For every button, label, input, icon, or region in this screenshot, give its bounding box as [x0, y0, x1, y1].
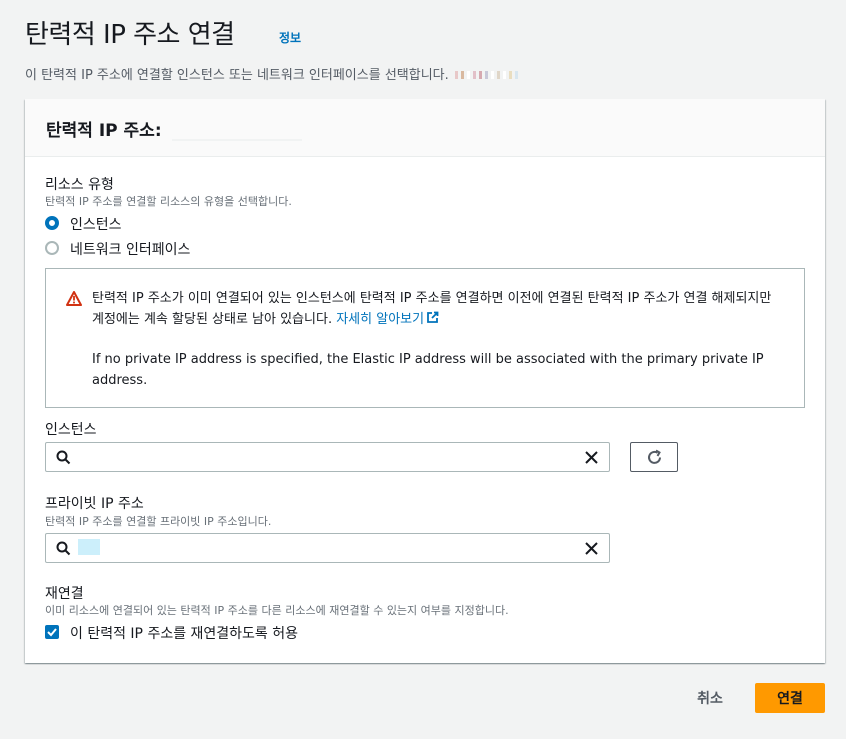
- radio-instance[interactable]: [45, 216, 59, 230]
- checkmark-icon: [47, 628, 57, 637]
- redacted-id: [454, 68, 521, 83]
- alert-message: 탄력적 IP 주소가 이미 연결되어 있는 인스턴스에 탄력적 IP 주소를 연…: [92, 288, 782, 330]
- reassociation-description: 이미 리소스에 연결되어 있는 탄력적 IP 주소를 다른 리소스에 재연결할 …: [45, 604, 509, 617]
- cancel-button[interactable]: 취소: [680, 683, 740, 713]
- clear-icon[interactable]: [584, 541, 599, 556]
- resource-type-description: 탄력적 IP 주소를 연결할 리소스의 유형을 선택합니다.: [45, 195, 292, 208]
- private-ip-label: 프라이빗 IP 주소: [45, 496, 144, 512]
- learn-more-link[interactable]: 자세히 알아보기: [336, 311, 439, 327]
- redacted-ip: [172, 139, 302, 141]
- panel-header: 탄력적 IP 주소:: [25, 99, 825, 157]
- private-ip-search[interactable]: [45, 533, 610, 563]
- page-description: 이 탄력적 IP 주소에 연결할 인스턴스 또는 네트워크 인터페이스를 선택합…: [25, 64, 521, 83]
- learn-more-label[interactable]: 자세히 알아보기: [336, 312, 424, 327]
- resource-type-label: 리소스 유형: [45, 177, 114, 193]
- refresh-button[interactable]: [630, 442, 678, 472]
- association-panel: 탄력적 IP 주소: 리소스 유형 탄력적 IP 주소를 연결할 리소스의 유형…: [25, 99, 825, 663]
- panel-title: 탄력적 IP 주소:: [46, 121, 162, 141]
- page-title: 탄력적 IP 주소 연결: [25, 20, 235, 50]
- search-icon: [56, 450, 71, 465]
- private-ip-description: 탄력적 IP 주소를 연결할 프라이빗 IP 주소입니다.: [45, 515, 272, 528]
- associate-button[interactable]: 연결: [755, 683, 825, 713]
- instance-search[interactable]: [45, 442, 610, 472]
- page-description-text: 이 탄력적 IP 주소에 연결할 인스턴스 또는 네트워크 인터페이스를 선택합…: [25, 68, 449, 83]
- alert-message-en: If no private IP address is specified, t…: [92, 352, 764, 388]
- external-link-icon: [427, 311, 439, 323]
- reassociation-label: 재연결: [45, 586, 84, 602]
- radio-network-interface-label[interactable]: 네트워크 인터페이스: [70, 239, 190, 259]
- info-link[interactable]: 정보: [279, 29, 301, 46]
- private-ip-input[interactable]: [78, 538, 548, 558]
- refresh-icon: [648, 449, 661, 464]
- instance-search-input[interactable]: [78, 447, 548, 467]
- warning-alert: 탄력적 IP 주소가 이미 연결되어 있는 인스턴스에 탄력적 IP 주소를 연…: [45, 268, 805, 408]
- radio-instance-label[interactable]: 인스턴스: [70, 214, 122, 234]
- reassociation-checkbox-label[interactable]: 이 탄력적 IP 주소를 재연결하도록 허용: [70, 623, 298, 643]
- search-icon: [56, 541, 71, 556]
- clear-icon[interactable]: [584, 450, 599, 465]
- instance-label: 인스턴스: [45, 422, 97, 438]
- radio-network-interface[interactable]: [45, 241, 59, 255]
- reassociation-checkbox[interactable]: [45, 625, 59, 639]
- warning-icon: [66, 291, 82, 306]
